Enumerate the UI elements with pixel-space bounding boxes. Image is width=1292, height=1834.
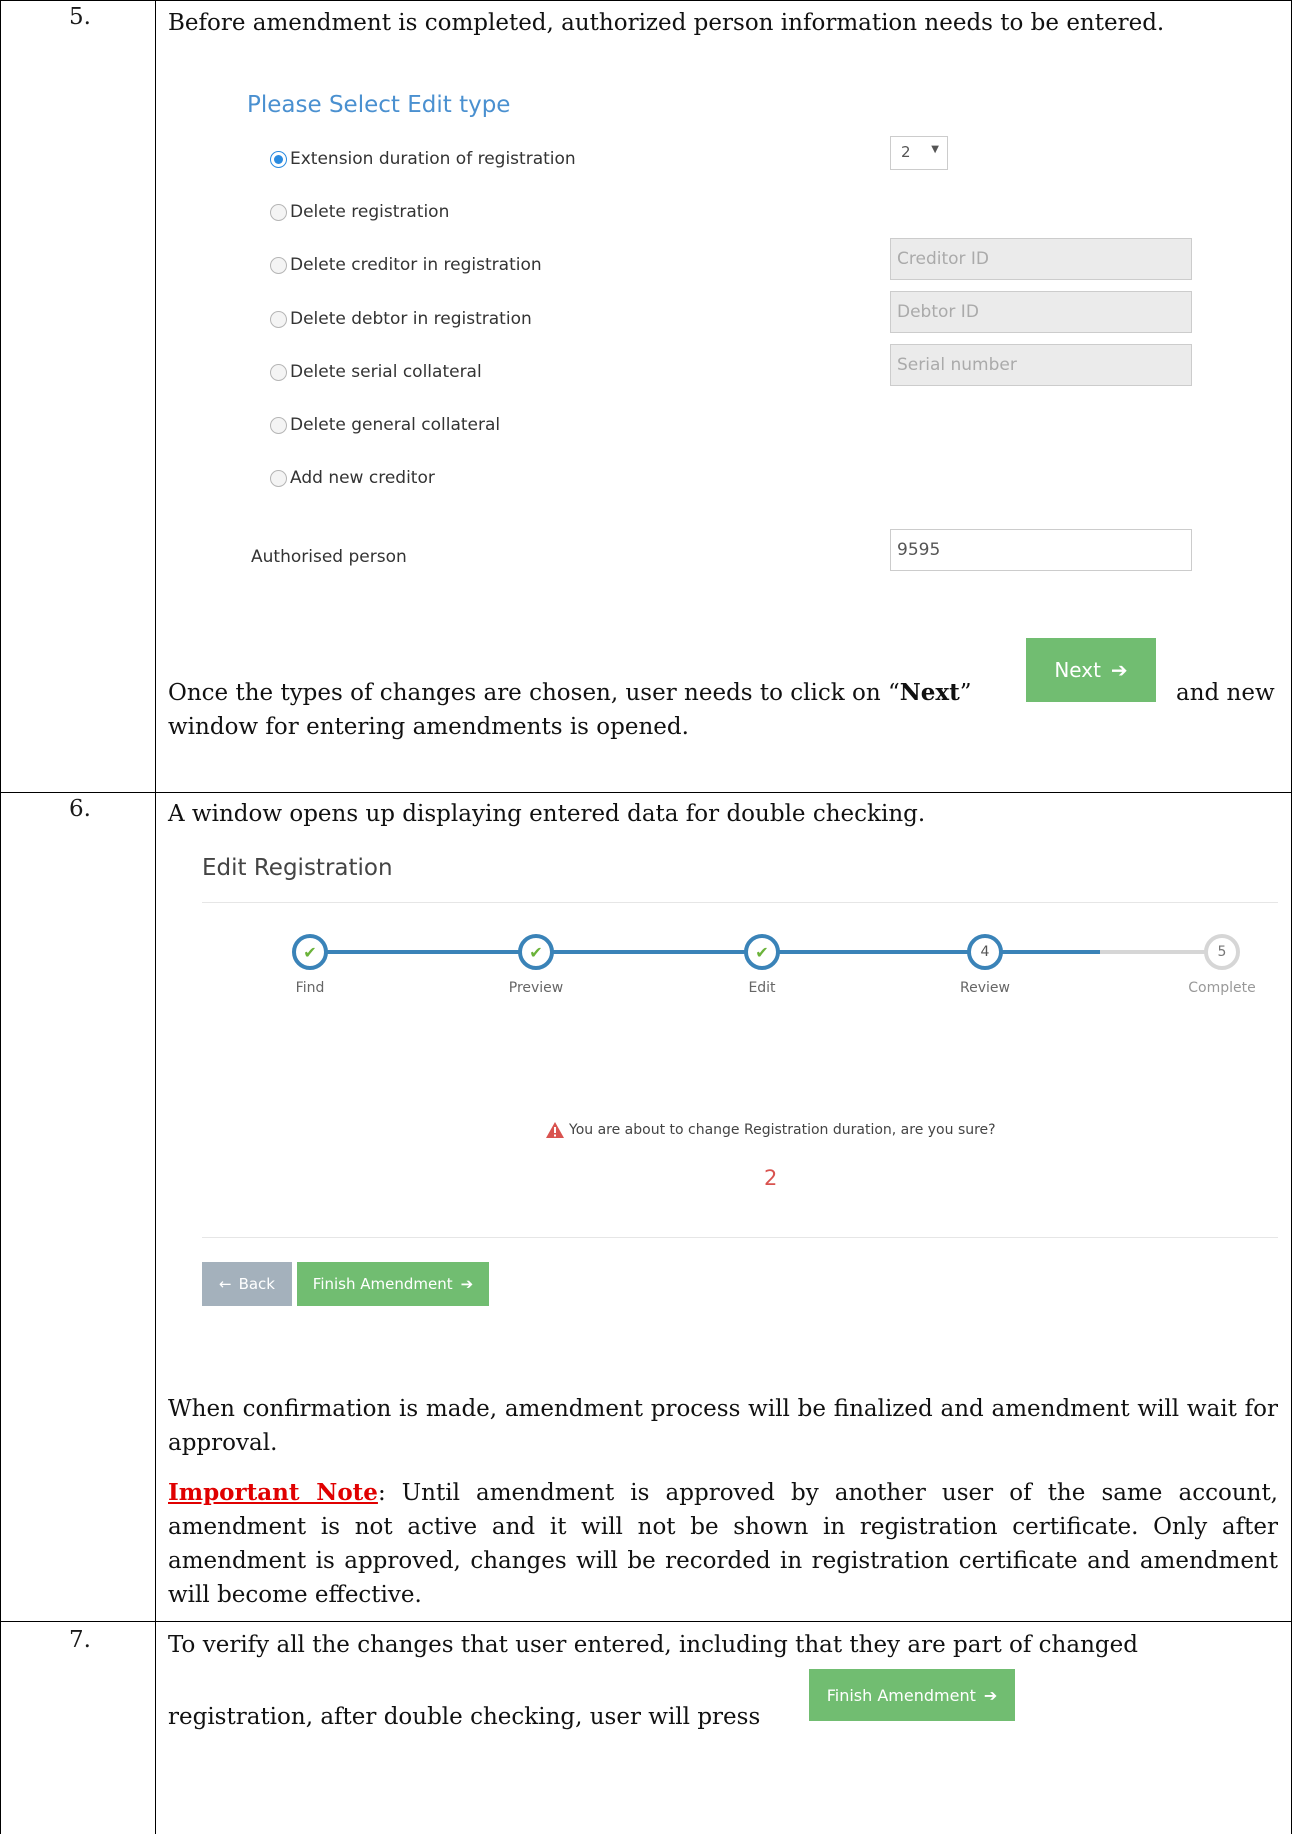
panel-footer-divider: [202, 1237, 1278, 1238]
checkmark-icon: ✔: [303, 942, 317, 962]
radio-indicator[interactable]: [270, 310, 287, 328]
next-instruction-tail: and new: [1176, 680, 1275, 706]
step-label-find: Find: [295, 980, 325, 996]
next-instruction-line1: Once the types of changes are chosen, us…: [168, 676, 1028, 710]
step-text-line2: registration, after double checking, use…: [168, 1704, 761, 1730]
step-label-complete: Complete: [1188, 980, 1256, 996]
table-border-left: [0, 0, 1, 1834]
step-text-line1: To verify all the changes that user ente…: [168, 1632, 1138, 1658]
serial-number-input[interactable]: Serial number: [890, 344, 1192, 386]
duration-select-value: 2: [901, 143, 911, 161]
form-heading: Please Select Edit type: [247, 92, 511, 118]
radio-label: Delete debtor in registration: [290, 309, 532, 329]
panel-title: Edit Registration: [202, 855, 393, 881]
step-intro-text: Before amendment is completed, authorize…: [168, 10, 1165, 36]
step-number: 5.: [69, 4, 91, 30]
step-find: ✔: [292, 934, 328, 970]
radio-label: Delete creditor in registration: [290, 255, 542, 275]
step-number: 6.: [69, 796, 91, 822]
duration-value: 2: [764, 1166, 778, 1190]
next-bold-label: Next: [899, 679, 960, 706]
step-number-marker: 4: [980, 944, 990, 960]
radio-indicator[interactable]: [270, 203, 287, 221]
instruction-text: Once the types of changes are chosen, us…: [168, 680, 900, 706]
step-complete: 5: [1204, 934, 1240, 970]
confirmation-text: When confirmation is made, amendment pro…: [168, 1396, 1278, 1456]
arrow-left-icon: ←: [219, 1275, 232, 1293]
next-instruction-line2: window for entering amendments is opened…: [168, 714, 689, 740]
radio-label: Delete serial collateral: [290, 362, 482, 382]
step-number: 7.: [69, 1627, 91, 1653]
checkmark-icon: ✔: [529, 942, 543, 962]
warning-text: You are about to change Registration dur…: [569, 1122, 996, 1138]
table-border-top: [0, 0, 1292, 1]
warning-icon: [546, 1122, 564, 1138]
finish-amendment-button[interactable]: Finish Amendment ➔: [809, 1669, 1015, 1721]
step-intro-text: A window opens up displaying entered dat…: [168, 801, 926, 827]
step-preview: ✔: [518, 934, 554, 970]
authorised-person-input[interactable]: 9595: [890, 529, 1192, 571]
step-label-edit: Edit: [748, 980, 776, 996]
debtor-id-input[interactable]: Debtor ID: [890, 291, 1192, 333]
radio-add-new-creditor[interactable]: Add new creditor: [270, 466, 435, 490]
step-review: 4: [967, 934, 1003, 970]
row-divider-6-7: [0, 1621, 1292, 1622]
back-button-label: Back: [238, 1275, 275, 1293]
duration-select[interactable]: 2 ▼: [890, 136, 948, 170]
step-number-marker: 5: [1217, 944, 1227, 960]
authorised-person-label: Authorised person: [251, 547, 407, 567]
radio-extension-duration[interactable]: Extension duration of registration: [270, 147, 576, 171]
arrow-right-icon: ➔: [983, 1685, 998, 1705]
finish-button-label: Finish Amendment: [312, 1275, 453, 1293]
chevron-down-icon: ▼: [931, 144, 939, 155]
warning-message: You are about to change Registration dur…: [546, 1122, 996, 1138]
finish-button-label: Finish Amendment: [826, 1685, 976, 1705]
radio-indicator[interactable]: [270, 256, 287, 274]
finish-amendment-button[interactable]: Finish Amendment ➔: [297, 1262, 489, 1306]
progress-line-pending: [1100, 950, 1220, 954]
radio-delete-registration[interactable]: Delete registration: [270, 200, 449, 224]
panel-divider: [202, 902, 1278, 903]
arrow-right-icon: ➔: [1110, 658, 1128, 682]
next-button-label: Next: [1054, 658, 1101, 682]
radio-delete-debtor[interactable]: Delete debtor in registration: [270, 307, 532, 331]
important-note-label[interactable]: Important Note: [168, 1479, 378, 1506]
arrow-right-icon: ➔: [460, 1275, 474, 1293]
radio-selected-indicator[interactable]: [270, 150, 287, 168]
radio-indicator[interactable]: [270, 416, 287, 434]
radio-label: Delete general collateral: [290, 415, 501, 435]
step-label-preview: Preview: [508, 980, 564, 996]
step-label-review: Review: [960, 980, 1010, 996]
radio-label: Add new creditor: [290, 468, 435, 488]
row-divider-5-6: [0, 792, 1292, 793]
next-button[interactable]: Next ➔: [1026, 638, 1156, 702]
checkmark-icon: ✔: [755, 942, 769, 962]
radio-label: Delete registration: [290, 202, 450, 222]
instruction-text-end: ”: [959, 680, 972, 706]
radio-indicator[interactable]: [270, 469, 287, 487]
step-edit: ✔: [744, 934, 780, 970]
radio-delete-creditor[interactable]: Delete creditor in registration: [270, 253, 542, 277]
radio-delete-general-collateral[interactable]: Delete general collateral: [270, 413, 500, 437]
radio-label: Extension duration of registration: [290, 149, 576, 169]
radio-delete-serial-collateral[interactable]: Delete serial collateral: [270, 360, 482, 384]
radio-indicator[interactable]: [270, 363, 287, 381]
important-note: Important Note: Until amendment is appro…: [168, 1476, 1278, 1612]
table-column-divider: [155, 0, 156, 1834]
creditor-id-input[interactable]: Creditor ID: [890, 238, 1192, 280]
back-button[interactable]: ← Back: [202, 1262, 292, 1306]
